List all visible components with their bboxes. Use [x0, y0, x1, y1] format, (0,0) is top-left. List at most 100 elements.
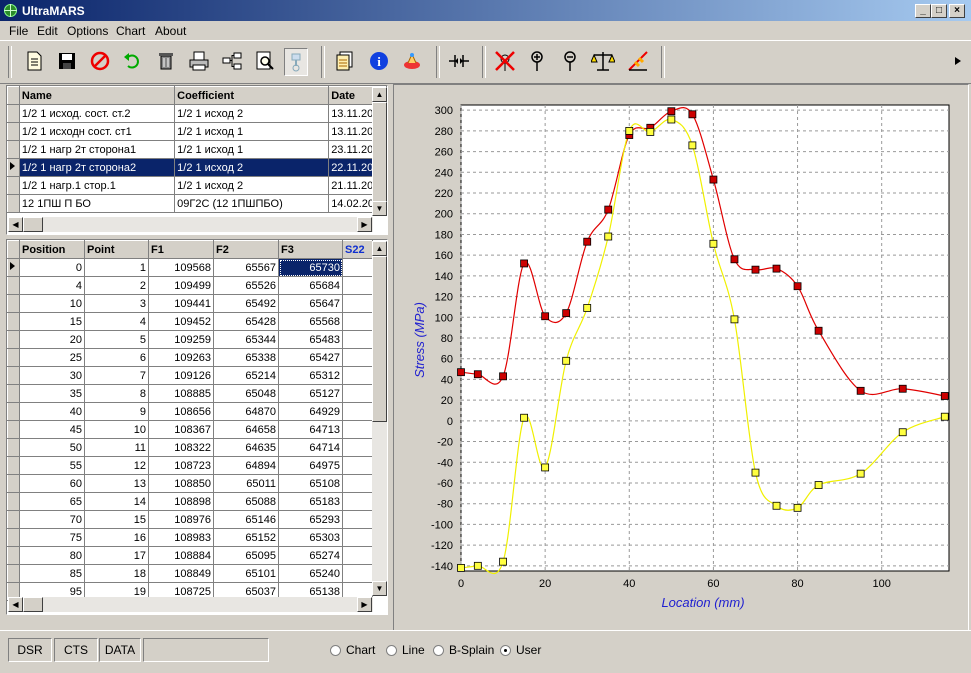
measurement-row[interactable]: 25 6 109263 65338 65427 [7, 348, 373, 367]
scroll-right-button[interactable]: ▶ [357, 217, 372, 232]
cell-name[interactable]: 1/2 1 нагр 2т сторона2 [19, 158, 176, 177]
measurement-row[interactable]: 15 4 109452 65428 65568 [7, 312, 373, 331]
records-vscrollbar[interactable]: ▲ ▼ [372, 87, 387, 216]
cross-icon[interactable] [493, 49, 517, 73]
cell-point[interactable]: 12 [84, 456, 149, 475]
save-icon[interactable] [55, 49, 79, 73]
cell-f1[interactable]: 109568 [148, 258, 214, 277]
cell-f3[interactable]: 65730 [278, 258, 343, 277]
cell-position[interactable]: 65 [19, 492, 85, 511]
stop-icon[interactable] [88, 49, 112, 73]
measurement-row[interactable]: 30 7 109126 65214 65312 [7, 366, 373, 385]
measurement-row[interactable]: 0 1 109568 65567 65730 [7, 258, 373, 277]
cell-f2[interactable]: 65492 [213, 294, 279, 313]
cell-f1[interactable]: 108656 [148, 402, 214, 421]
series-0-point[interactable] [772, 264, 781, 273]
cell-name[interactable]: 1/2 1 нагр.1 стор.1 [19, 176, 176, 195]
cell-point[interactable]: 13 [84, 474, 149, 493]
cell-name[interactable]: 1/2 1 нагр 2т сторона1 [19, 140, 176, 159]
series-1-point[interactable] [667, 115, 676, 124]
cell-f1[interactable]: 108898 [148, 492, 214, 511]
cell-coefficient[interactable]: 1/2 1 исход 1 [174, 122, 330, 141]
series-1-point[interactable] [940, 412, 949, 421]
cell-coefficient[interactable]: 1/2 1 исход 2 [174, 158, 330, 177]
cell-position[interactable]: 20 [19, 330, 85, 349]
cell-point[interactable]: 18 [84, 564, 149, 583]
cell-f3[interactable]: 65427 [278, 348, 343, 367]
column-header-position[interactable]: Position [19, 240, 85, 259]
series-1-point[interactable] [898, 428, 907, 437]
cell-f1[interactable]: 108850 [148, 474, 214, 493]
measurement-row[interactable]: 80 17 108884 65095 65274 [7, 546, 373, 565]
cell-position[interactable]: 60 [19, 474, 85, 493]
cell-f3[interactable]: 65303 [278, 528, 343, 547]
cell-f3[interactable]: 64975 [278, 456, 343, 475]
cell-f2[interactable]: 64635 [213, 438, 279, 457]
cell-f2[interactable]: 65095 [213, 546, 279, 565]
cell-f3[interactable]: 65684 [278, 276, 343, 295]
cell-f3[interactable]: 65274 [278, 546, 343, 565]
measurement-row[interactable]: 45 10 108367 64658 64713 [7, 420, 373, 439]
cell-s22[interactable] [342, 510, 373, 529]
cell-s22[interactable] [342, 312, 373, 331]
measurement-row[interactable]: 85 18 108849 65101 65240 [7, 564, 373, 583]
cell-position[interactable]: 0 [19, 258, 85, 277]
cell-s22[interactable] [342, 294, 373, 313]
cell-position[interactable]: 70 [19, 510, 85, 529]
column-header-f2[interactable]: F2 [213, 240, 279, 259]
cell-f2[interactable]: 65048 [213, 384, 279, 403]
series-0-point[interactable] [898, 384, 907, 393]
cell-s22[interactable] [342, 438, 373, 457]
cell-f1[interactable]: 109263 [148, 348, 214, 367]
series-0-point[interactable] [751, 265, 760, 274]
cell-s22[interactable] [342, 366, 373, 385]
column-header-f3[interactable]: F3 [278, 240, 343, 259]
stress-chart[interactable]: -140 -120 -100 -80 -60 -40 -20 0 20 40 60 80 100 120 1… [394, 85, 968, 630]
series-1-point[interactable] [625, 126, 634, 135]
measurement-row[interactable]: 55 12 108723 64894 64975 [7, 456, 373, 475]
cell-f2[interactable]: 64894 [213, 456, 279, 475]
cell-f1[interactable]: 108322 [148, 438, 214, 457]
column-header-s22[interactable]: S22 [342, 240, 373, 259]
menu-chart[interactable]: Chart [116, 24, 145, 38]
series-1-point[interactable] [793, 503, 802, 512]
cell-f2[interactable]: 64658 [213, 420, 279, 439]
measurement-row[interactable]: 60 13 108850 65011 65108 [7, 474, 373, 493]
minimize-button[interactable]: _ [915, 4, 931, 18]
cell-point[interactable]: 9 [84, 402, 149, 421]
measurements-vscrollbar[interactable]: ▲ ▼ [372, 241, 387, 596]
scroll-thumb[interactable] [372, 102, 387, 202]
series-0-point[interactable] [940, 392, 949, 400]
cell-point[interactable]: 2 [84, 276, 149, 295]
cell-f3[interactable]: 65647 [278, 294, 343, 313]
cell-position[interactable]: 75 [19, 528, 85, 547]
preview-icon[interactable] [253, 49, 277, 73]
cell-f3[interactable]: 65240 [278, 564, 343, 583]
series-1-point[interactable] [541, 463, 550, 472]
cell-f2[interactable]: 65101 [213, 564, 279, 583]
cell-s22[interactable] [342, 456, 373, 475]
cell-name[interactable]: 1/2 1 исходн сост. ст1 [19, 122, 176, 141]
cell-position[interactable]: 15 [19, 312, 85, 331]
scroll-up-button[interactable]: ▲ [372, 241, 387, 256]
series-0-point[interactable] [473, 370, 482, 379]
cell-f1[interactable]: 109441 [148, 294, 214, 313]
cell-s22[interactable] [342, 258, 373, 277]
records-row[interactable]: 1/2 1 нагр.1 стор.1 1/2 1 исход 2 21.11.20 [7, 176, 387, 195]
cell-point[interactable]: 4 [84, 312, 149, 331]
column-header-point[interactable]: Point [84, 240, 149, 259]
series-1-point[interactable] [730, 315, 739, 324]
cell-f1[interactable]: 108983 [148, 528, 214, 547]
cell-point[interactable]: 16 [84, 528, 149, 547]
cell-f1[interactable]: 108723 [148, 456, 214, 475]
cell-f1[interactable]: 108885 [148, 384, 214, 403]
cell-position[interactable]: 40 [19, 402, 85, 421]
cell-position[interactable]: 55 [19, 456, 85, 475]
cell-f2[interactable]: 65338 [213, 348, 279, 367]
cell-f2[interactable]: 65152 [213, 528, 279, 547]
cell-position[interactable]: 30 [19, 366, 85, 385]
series-1-point[interactable] [520, 413, 529, 422]
series-0-point[interactable] [583, 237, 592, 246]
cell-f1[interactable]: 108884 [148, 546, 214, 565]
scroll-thumb[interactable] [23, 217, 43, 232]
